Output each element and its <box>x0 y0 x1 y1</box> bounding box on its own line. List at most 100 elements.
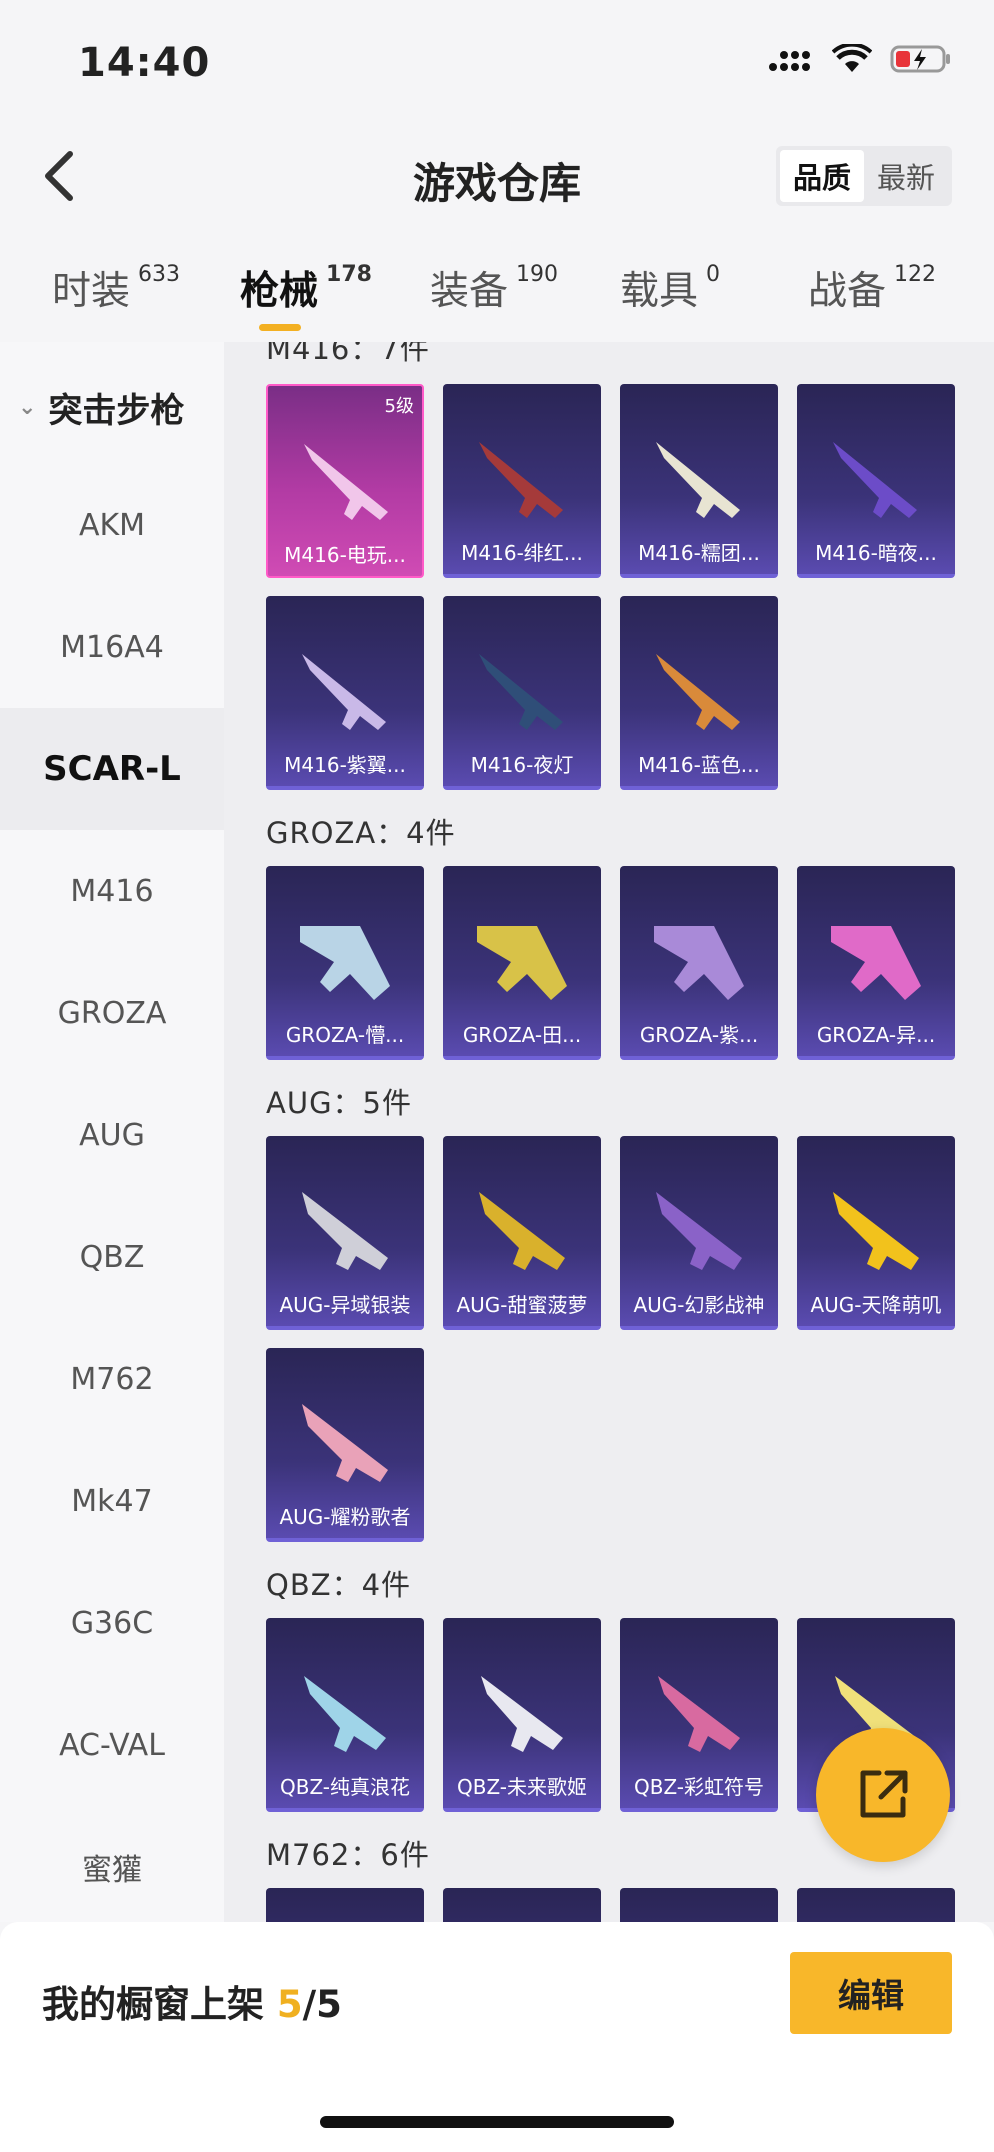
weapon-name: M416-电玩... <box>284 543 406 567</box>
rifle-icon <box>477 926 567 1000</box>
level-badge: 5级 <box>384 396 414 417</box>
status-icons <box>768 44 952 74</box>
sidebar-item-qbz[interactable]: QBZ <box>0 1196 224 1318</box>
home-indicator[interactable] <box>320 2116 674 2128</box>
weapon-card[interactable]: QBZ-未来歌姬 <box>443 1618 601 1812</box>
signal-icon <box>769 51 810 71</box>
weapon-card[interactable]: AUG-耀粉歌者 <box>266 1348 424 1542</box>
rifle-icon <box>481 1676 563 1752</box>
weapon-name: QBZ-彩虹符号 <box>633 1775 765 1799</box>
rifle-icon <box>833 1192 919 1270</box>
tab-label: 枪械 <box>240 269 319 314</box>
category-tabs: 时装 633 枪械 178 装备 190 载具 0 战备 122 <box>0 250 994 342</box>
weapon-card[interactable]: M416-蓝色... <box>620 596 778 790</box>
share-button[interactable] <box>816 1728 950 1862</box>
weapon-card[interactable]: QBZ-彩虹符号 <box>620 1618 778 1812</box>
group-label-qbz: QBZ：4件 <box>266 1568 412 1602</box>
sort-quality-button[interactable]: 品质 <box>780 150 864 202</box>
rifle-icon <box>479 442 563 518</box>
weapon-card[interactable] <box>620 1888 778 1922</box>
weapon-card[interactable]: M416-绯红... <box>443 384 601 578</box>
tab-active-indicator <box>259 324 301 331</box>
weapon-card[interactable]: AUG-异域银装 <box>266 1136 424 1330</box>
tab-label: 战备 <box>808 269 887 314</box>
showcase-total-count: /5 <box>302 1983 342 2026</box>
tab-fashion[interactable]: 时装 633 <box>52 260 180 316</box>
weapon-name: AUG-耀粉歌者 <box>279 1505 411 1529</box>
status-bar: 14:40 <box>0 0 994 120</box>
weapon-sidebar: ⌄ 突击步枪 AKM M16A4 SCAR-L M416 GROZA AUG Q… <box>0 342 224 1922</box>
weapon-name: QBZ-未来歌姬 <box>456 1775 588 1799</box>
sidebar-item-g36c[interactable]: G36C <box>0 1562 224 1684</box>
weapon-card[interactable]: M416-紫翼... <box>266 596 424 790</box>
group-label-m416: M416：7件 <box>266 342 430 366</box>
weapon-name: GROZA-异... <box>816 1023 936 1047</box>
rifle-icon <box>831 926 921 1000</box>
tab-label: 装备 <box>430 269 509 314</box>
tab-label: 时装 <box>52 269 131 314</box>
weapon-name: M416-绯红... <box>461 541 583 565</box>
sidebar-item-akm[interactable]: AKM <box>0 464 224 586</box>
showcase-label: 我的橱窗上架 <box>42 1983 277 2026</box>
weapon-card[interactable]: GROZA-懵... <box>266 866 424 1060</box>
tab-count: 122 <box>894 262 937 287</box>
weapon-grid: M416：7件 5级 M416-电玩... M416-绯红... M416-糯团… <box>224 342 994 1922</box>
weapon-card[interactable]: QBZ-纯真浪花 <box>266 1618 424 1812</box>
bottom-bar: 我的橱窗上架 5/5 编辑 <box>0 1922 994 2152</box>
rifle-icon <box>656 442 740 518</box>
weapon-name: AUG-幻影战神 <box>633 1293 765 1317</box>
rifle-icon <box>479 654 563 730</box>
tab-count: 178 <box>326 262 372 287</box>
weapon-name: GROZA-紫... <box>639 1023 759 1047</box>
weapon-card[interactable] <box>266 1888 424 1922</box>
rifle-icon <box>304 1676 386 1752</box>
weapon-card[interactable]: GROZA-紫... <box>620 866 778 1060</box>
rifle-icon <box>479 1192 565 1270</box>
rifle-icon <box>300 926 390 1000</box>
weapon-card[interactable]: GROZA-异... <box>797 866 955 1060</box>
weapon-card[interactable]: AUG-幻影战神 <box>620 1136 778 1330</box>
sidebar-item-m16a4[interactable]: M16A4 <box>0 586 224 708</box>
sidebar-item-m416[interactable]: M416 <box>0 830 224 952</box>
rifle-icon <box>302 1404 388 1482</box>
weapon-card[interactable]: M416-暗夜... <box>797 384 955 578</box>
nav-bar: 游戏仓库 品质 最新 <box>0 120 994 230</box>
tab-equipment[interactable]: 装备 190 <box>430 260 558 316</box>
weapon-card[interactable] <box>797 1888 955 1922</box>
sidebar-item-ac-val[interactable]: AC-VAL <box>0 1684 224 1806</box>
tab-count: 190 <box>516 262 559 287</box>
weapon-name: GROZA-田... <box>462 1023 582 1047</box>
tab-count: 0 <box>706 262 721 287</box>
sidebar-item-aug[interactable]: AUG <box>0 1074 224 1196</box>
weapon-name: M416-暗夜... <box>815 541 937 565</box>
sort-toggle: 品质 最新 <box>776 146 952 206</box>
sidebar-item-mk47[interactable]: Mk47 <box>0 1440 224 1562</box>
sidebar-item-honey-badger[interactable]: 蜜獾 <box>0 1806 224 1928</box>
tab-guns[interactable]: 枪械 178 <box>240 260 372 316</box>
rifle-icon <box>833 442 917 518</box>
sidebar-item-groza[interactable]: GROZA <box>0 952 224 1074</box>
group-label-aug: AUG：5件 <box>266 1086 412 1120</box>
weapon-card[interactable]: M416-糯团... <box>620 384 778 578</box>
rifle-icon <box>656 1192 742 1270</box>
sort-newest-button[interactable]: 最新 <box>864 150 948 202</box>
tab-combat-gear[interactable]: 战备 122 <box>808 260 936 316</box>
edit-button[interactable]: 编辑 <box>790 1952 952 2034</box>
weapon-card[interactable]: M416-夜灯 <box>443 596 601 790</box>
tab-vehicles[interactable]: 载具 0 <box>620 260 720 316</box>
battery-icon <box>890 45 950 73</box>
weapon-name: M416-糯团... <box>638 541 760 565</box>
sidebar-item-scar-l[interactable]: SCAR-L <box>0 708 224 830</box>
weapon-name: AUG-天降萌叽 <box>810 1293 942 1317</box>
weapon-card[interactable]: 5级 M416-电玩... <box>266 384 424 578</box>
chevron-down-icon: ⌄ <box>18 394 37 420</box>
weapon-card[interactable] <box>443 1888 601 1922</box>
sidebar-header-assault-rifles[interactable]: ⌄ 突击步枪 <box>0 342 224 472</box>
weapon-card[interactable]: AUG-天降萌叽 <box>797 1136 955 1330</box>
weapon-card[interactable]: AUG-甜蜜菠萝 <box>443 1136 601 1330</box>
rifle-icon <box>658 1676 740 1752</box>
sidebar-item-m762[interactable]: M762 <box>0 1318 224 1440</box>
weapon-card[interactable]: GROZA-田... <box>443 866 601 1060</box>
rifle-icon <box>656 654 740 730</box>
showcase-status: 我的橱窗上架 5/5 <box>42 1974 342 2028</box>
